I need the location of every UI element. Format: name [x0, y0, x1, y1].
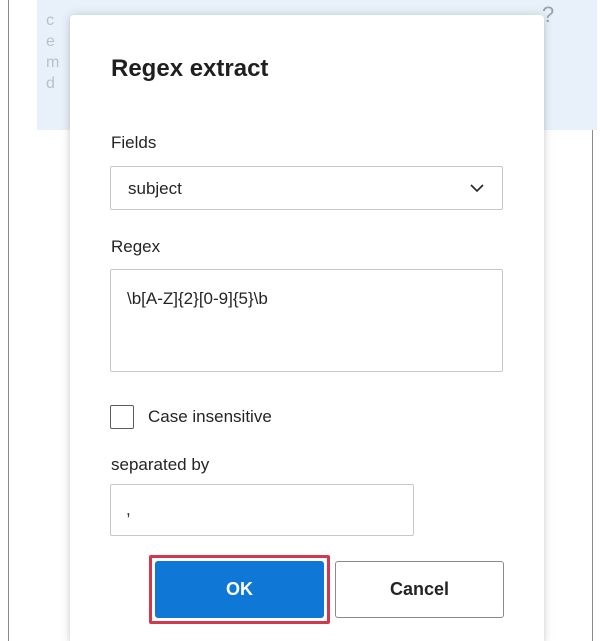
screen: c e m d ? Regex extract Fields subject R… — [0, 0, 601, 641]
chevron-down-icon — [470, 184, 484, 193]
fields-label: Fields — [111, 133, 157, 152]
background-text: c e m d — [46, 10, 59, 94]
separator-value: , — [126, 500, 131, 519]
case-insensitive-checkbox[interactable] — [110, 405, 134, 429]
regex-extract-dialog: Regex extract Fields subject Regex \b[A-… — [70, 15, 544, 641]
background-line: m — [46, 54, 60, 71]
background-line: d — [46, 75, 55, 92]
regex-value: \b[A-Z]{2}[0-9]{5}\b — [127, 289, 268, 308]
case-insensitive-label[interactable]: Case insensitive — [148, 407, 272, 427]
fields-dropdown[interactable]: subject — [110, 166, 503, 210]
regex-input[interactable]: \b[A-Z]{2}[0-9]{5}\b — [110, 269, 503, 372]
ok-button[interactable]: OK — [155, 561, 324, 618]
regex-label: Regex — [111, 237, 161, 256]
dialog-title: Regex extract — [111, 55, 269, 82]
frame-border-left — [8, 0, 9, 641]
background-line: e — [46, 33, 55, 50]
separator-input[interactable]: , — [110, 484, 414, 536]
fields-selected-value: subject — [128, 179, 182, 198]
separator-label: separated by — [111, 455, 210, 474]
background-line: c — [46, 12, 54, 29]
cancel-button[interactable]: Cancel — [335, 561, 504, 618]
